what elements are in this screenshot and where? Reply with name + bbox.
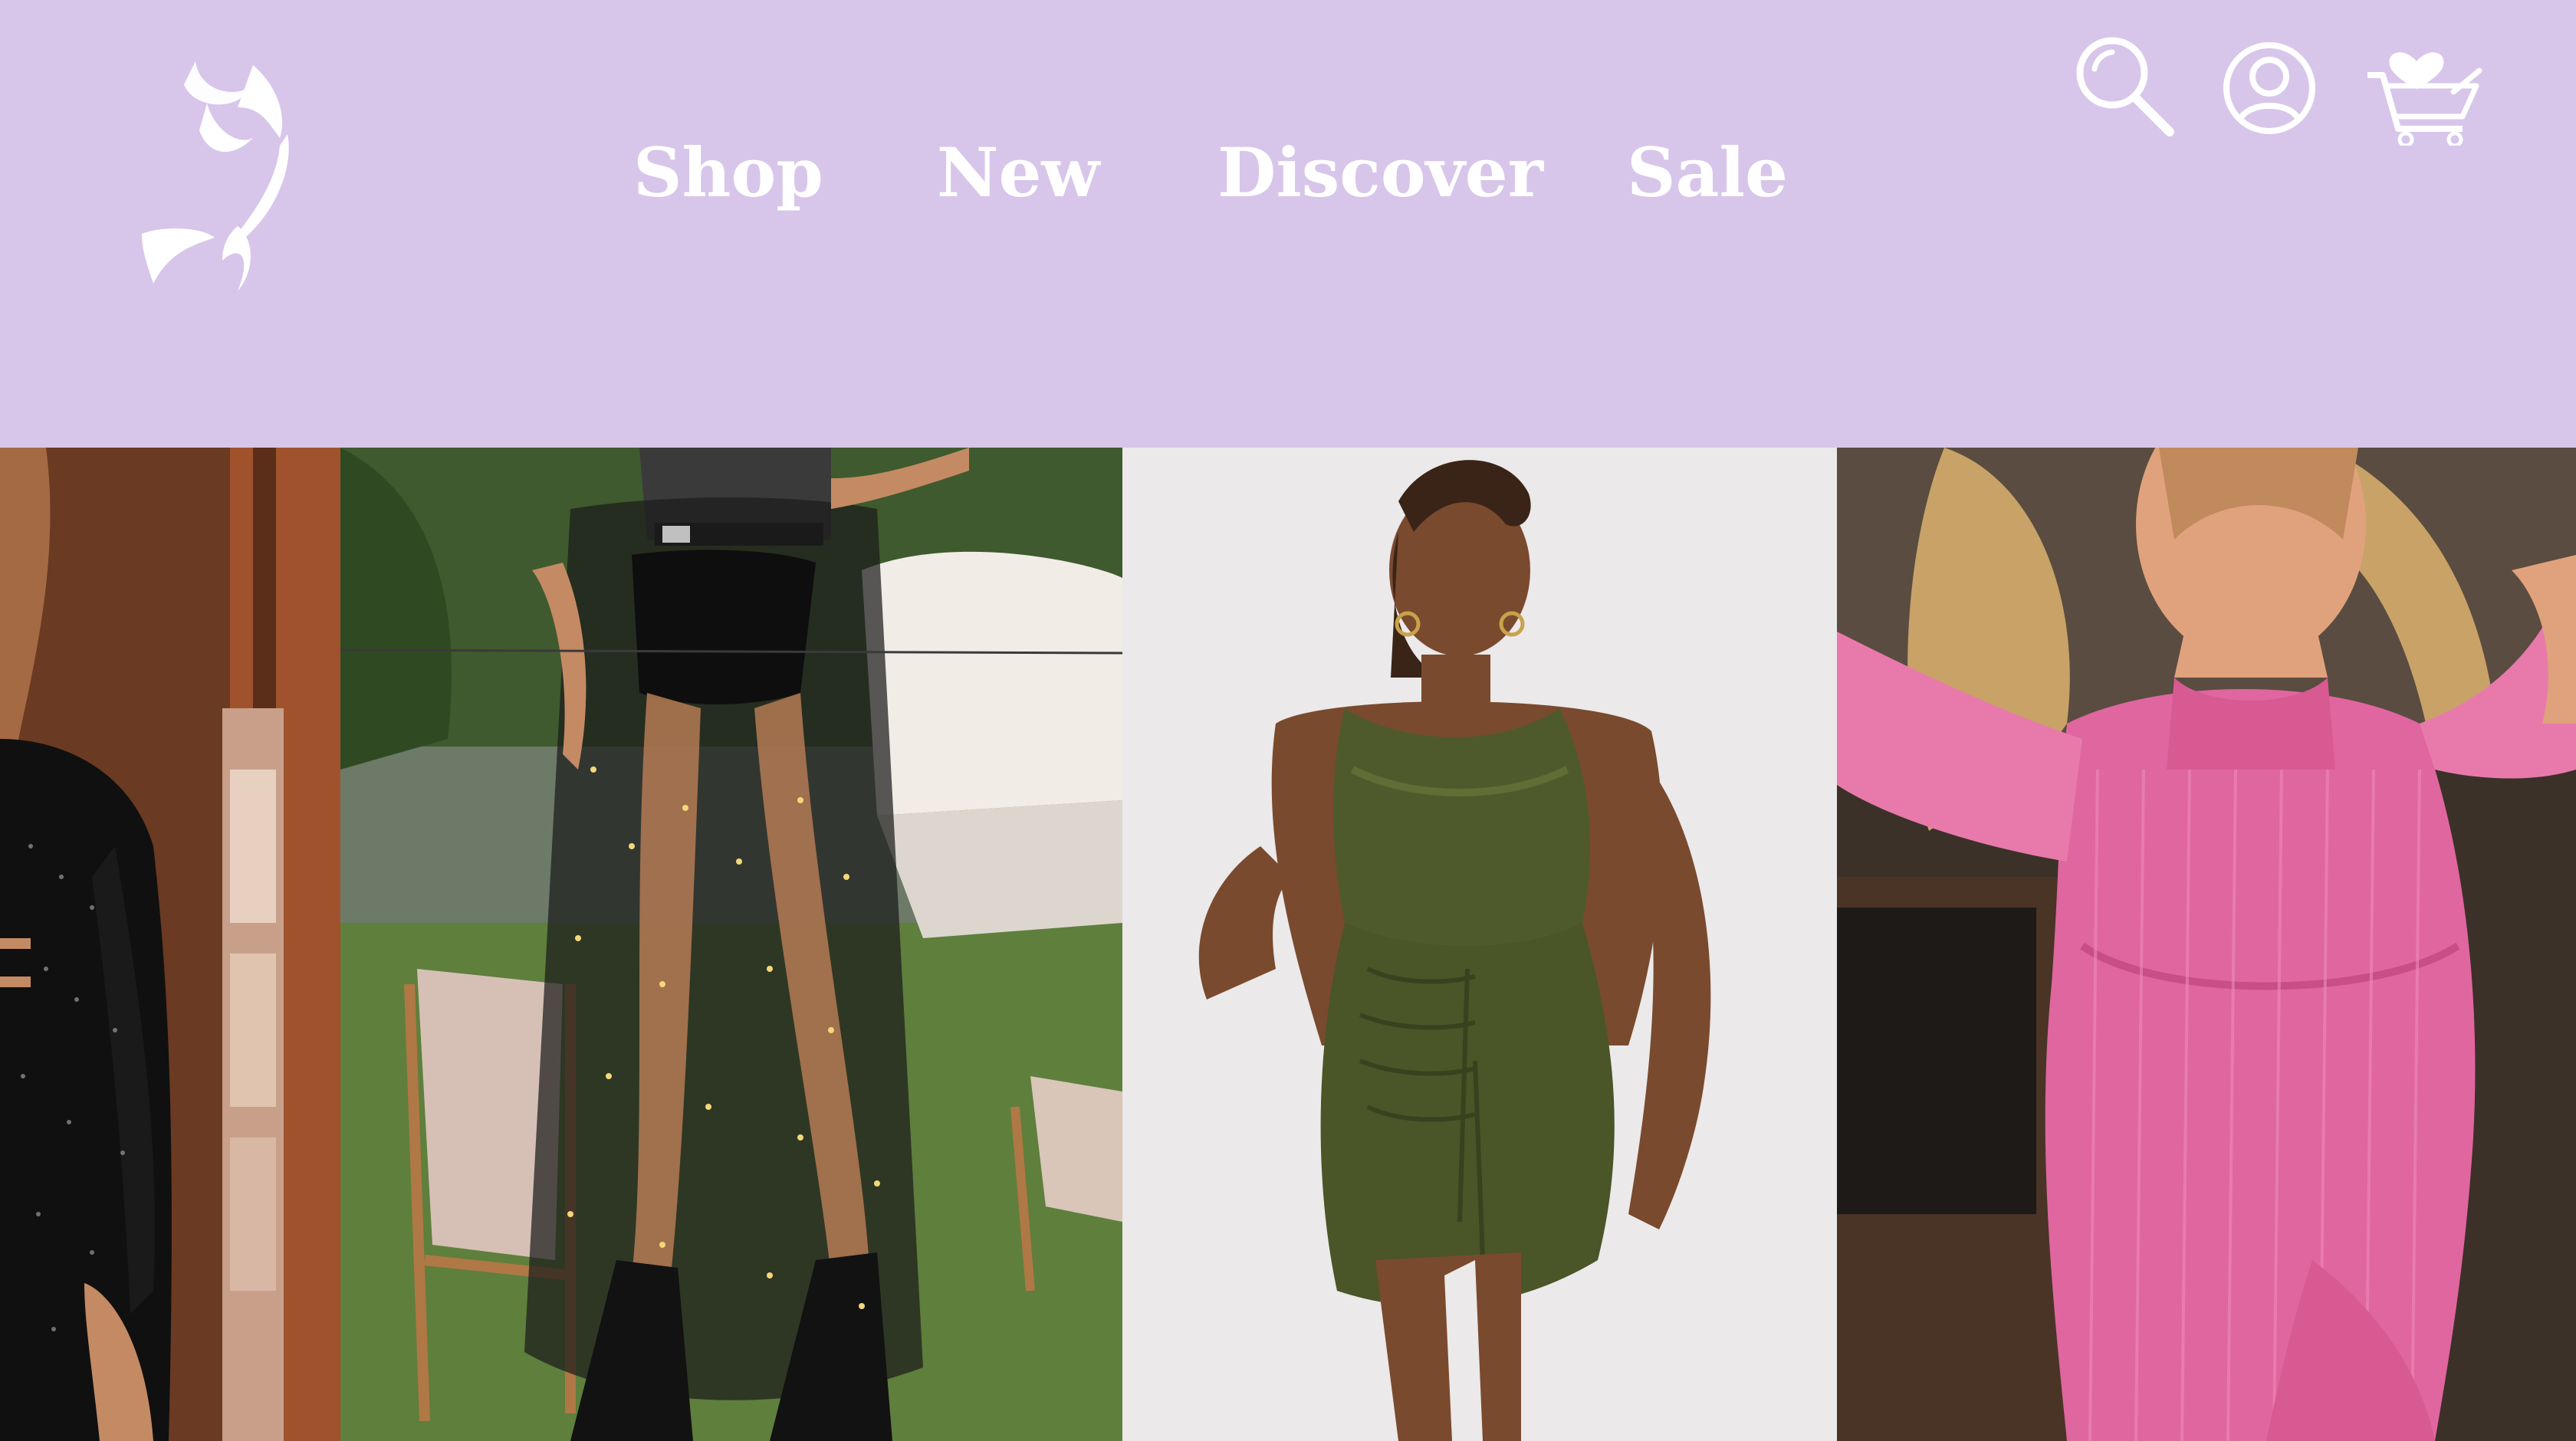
nav-discover-link[interactable]: Discover — [1217, 130, 1543, 215]
account-button[interactable] — [2223, 31, 2331, 146]
site-header: Shop New Discover Sale — [0, 0, 2576, 448]
black-sequin-outfit-photo[interactable] — [0, 448, 340, 1441]
account-icon — [2223, 42, 2315, 134]
nav-shop-link[interactable]: Shop — [633, 130, 823, 215]
main-nav: Shop New Discover Sale — [0, 0, 1840, 448]
pink-ribbed-bodysuit-photo[interactable] — [1837, 448, 2576, 1441]
olive-satin-ruched-dress-photo[interactable] — [1122, 448, 1837, 1441]
cart-wishlist-icon — [2367, 52, 2482, 148]
header-icons — [2070, 31, 2530, 153]
nav-new-link[interactable]: New — [937, 130, 1099, 215]
cart-button[interactable] — [2361, 31, 2484, 148]
product-gallery — [0, 448, 2576, 1441]
search-button[interactable] — [2070, 31, 2177, 146]
nav-sale-link[interactable]: Sale — [1627, 130, 1788, 215]
search-icon — [2076, 37, 2174, 136]
sheer-star-tulle-skirt-photo[interactable] — [340, 448, 1122, 1441]
